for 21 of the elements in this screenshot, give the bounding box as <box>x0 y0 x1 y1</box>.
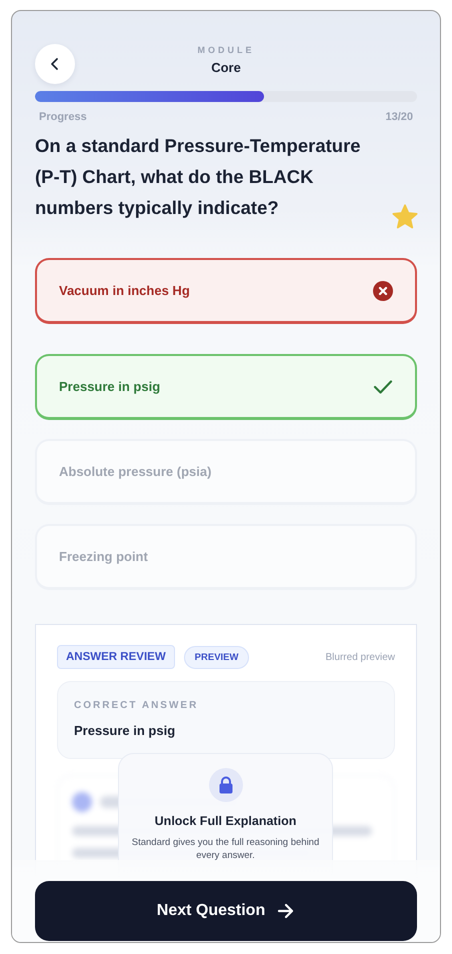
preview-badge: PREVIEW <box>184 646 250 668</box>
check-icon <box>373 378 393 394</box>
correct-answer-label: CORRECT ANSWER <box>74 700 200 711</box>
next-question-button[interactable]: Next Question <box>35 881 417 941</box>
question-text: On a standard Pressure-Temperature (P-T) Chart, what do the BLACK numbers typically indicate? <box>35 134 362 220</box>
correct-answer-text: Pressure in psig <box>74 723 176 738</box>
star-icon[interactable] <box>391 203 419 231</box>
arrow-right-icon <box>277 903 296 919</box>
lock-icon <box>208 768 242 802</box>
back-button[interactable] <box>35 44 75 84</box>
unlock-text: Standard gives you the full reasoning behind every answer. <box>130 836 320 862</box>
answer-option[interactable]: Pressure in psig <box>35 354 417 420</box>
progress-count: 13/20 <box>385 111 413 123</box>
module-name: Core <box>211 60 241 75</box>
answer-option[interactable]: Vacuum in inches Hg <box>35 258 417 324</box>
module-label: MODULE <box>198 45 254 55</box>
progress-label: Progress <box>39 111 87 123</box>
unlock-title: Unlock Full Explanation <box>154 814 296 828</box>
preview-note: Blurred preview <box>326 652 395 662</box>
wrong-icon <box>373 280 393 300</box>
review-title: ANSWER REVIEW <box>57 645 175 669</box>
